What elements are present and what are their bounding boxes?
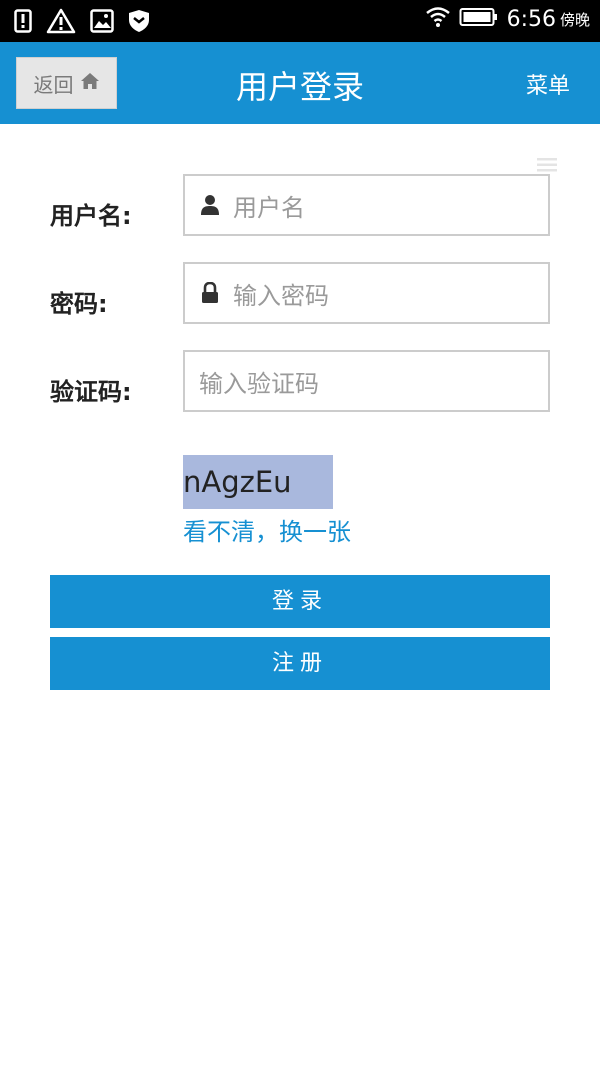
username-placeholder: 用户名 [233, 193, 305, 222]
password-placeholder: 输入密码 [233, 281, 329, 310]
lock-icon [197, 282, 223, 304]
captcha-image[interactable]: nAgzEu [183, 455, 333, 509]
nav-bar: 返回 用户登录 菜单 [0, 42, 600, 124]
alert-icon [14, 9, 32, 37]
password-row: 密码: 输入密码 [50, 262, 550, 324]
register-button[interactable]: 注册 [50, 637, 550, 690]
username-row: 用户名: 用户名 [50, 174, 550, 236]
user-icon [197, 194, 223, 216]
captcha-label: 验证码: [50, 378, 132, 406]
status-time: 6:56 [506, 6, 556, 32]
username-input[interactable]: 用户名 [183, 174, 550, 236]
login-button[interactable]: 登录 [50, 575, 550, 628]
username-label: 用户名: [50, 202, 132, 230]
wifi-icon [425, 6, 451, 32]
battery-icon [459, 7, 499, 31]
status-bar: 6:56 傍晚 [0, 0, 600, 42]
captcha-refresh-link[interactable]: 看不清，换一张 [183, 512, 351, 547]
shield-icon [128, 9, 150, 37]
status-icons-right: 6:56 傍晚 [425, 6, 590, 32]
captcha-row: 验证码: 输入验证码 [50, 350, 550, 412]
password-input[interactable]: 输入密码 [183, 262, 550, 324]
status-period: 傍晚 [559, 10, 590, 29]
password-label: 密码: [50, 290, 108, 318]
page-title: 用户登录 [235, 68, 364, 106]
menu-button[interactable]: 菜单 [526, 68, 570, 100]
status-icons-left [14, 8, 150, 38]
captcha-placeholder: 输入验证码 [199, 369, 319, 398]
hamburger-icon[interactable] [537, 157, 557, 173]
warning-icon [46, 8, 76, 38]
image-icon [90, 9, 114, 37]
captcha-input[interactable]: 输入验证码 [183, 350, 550, 412]
